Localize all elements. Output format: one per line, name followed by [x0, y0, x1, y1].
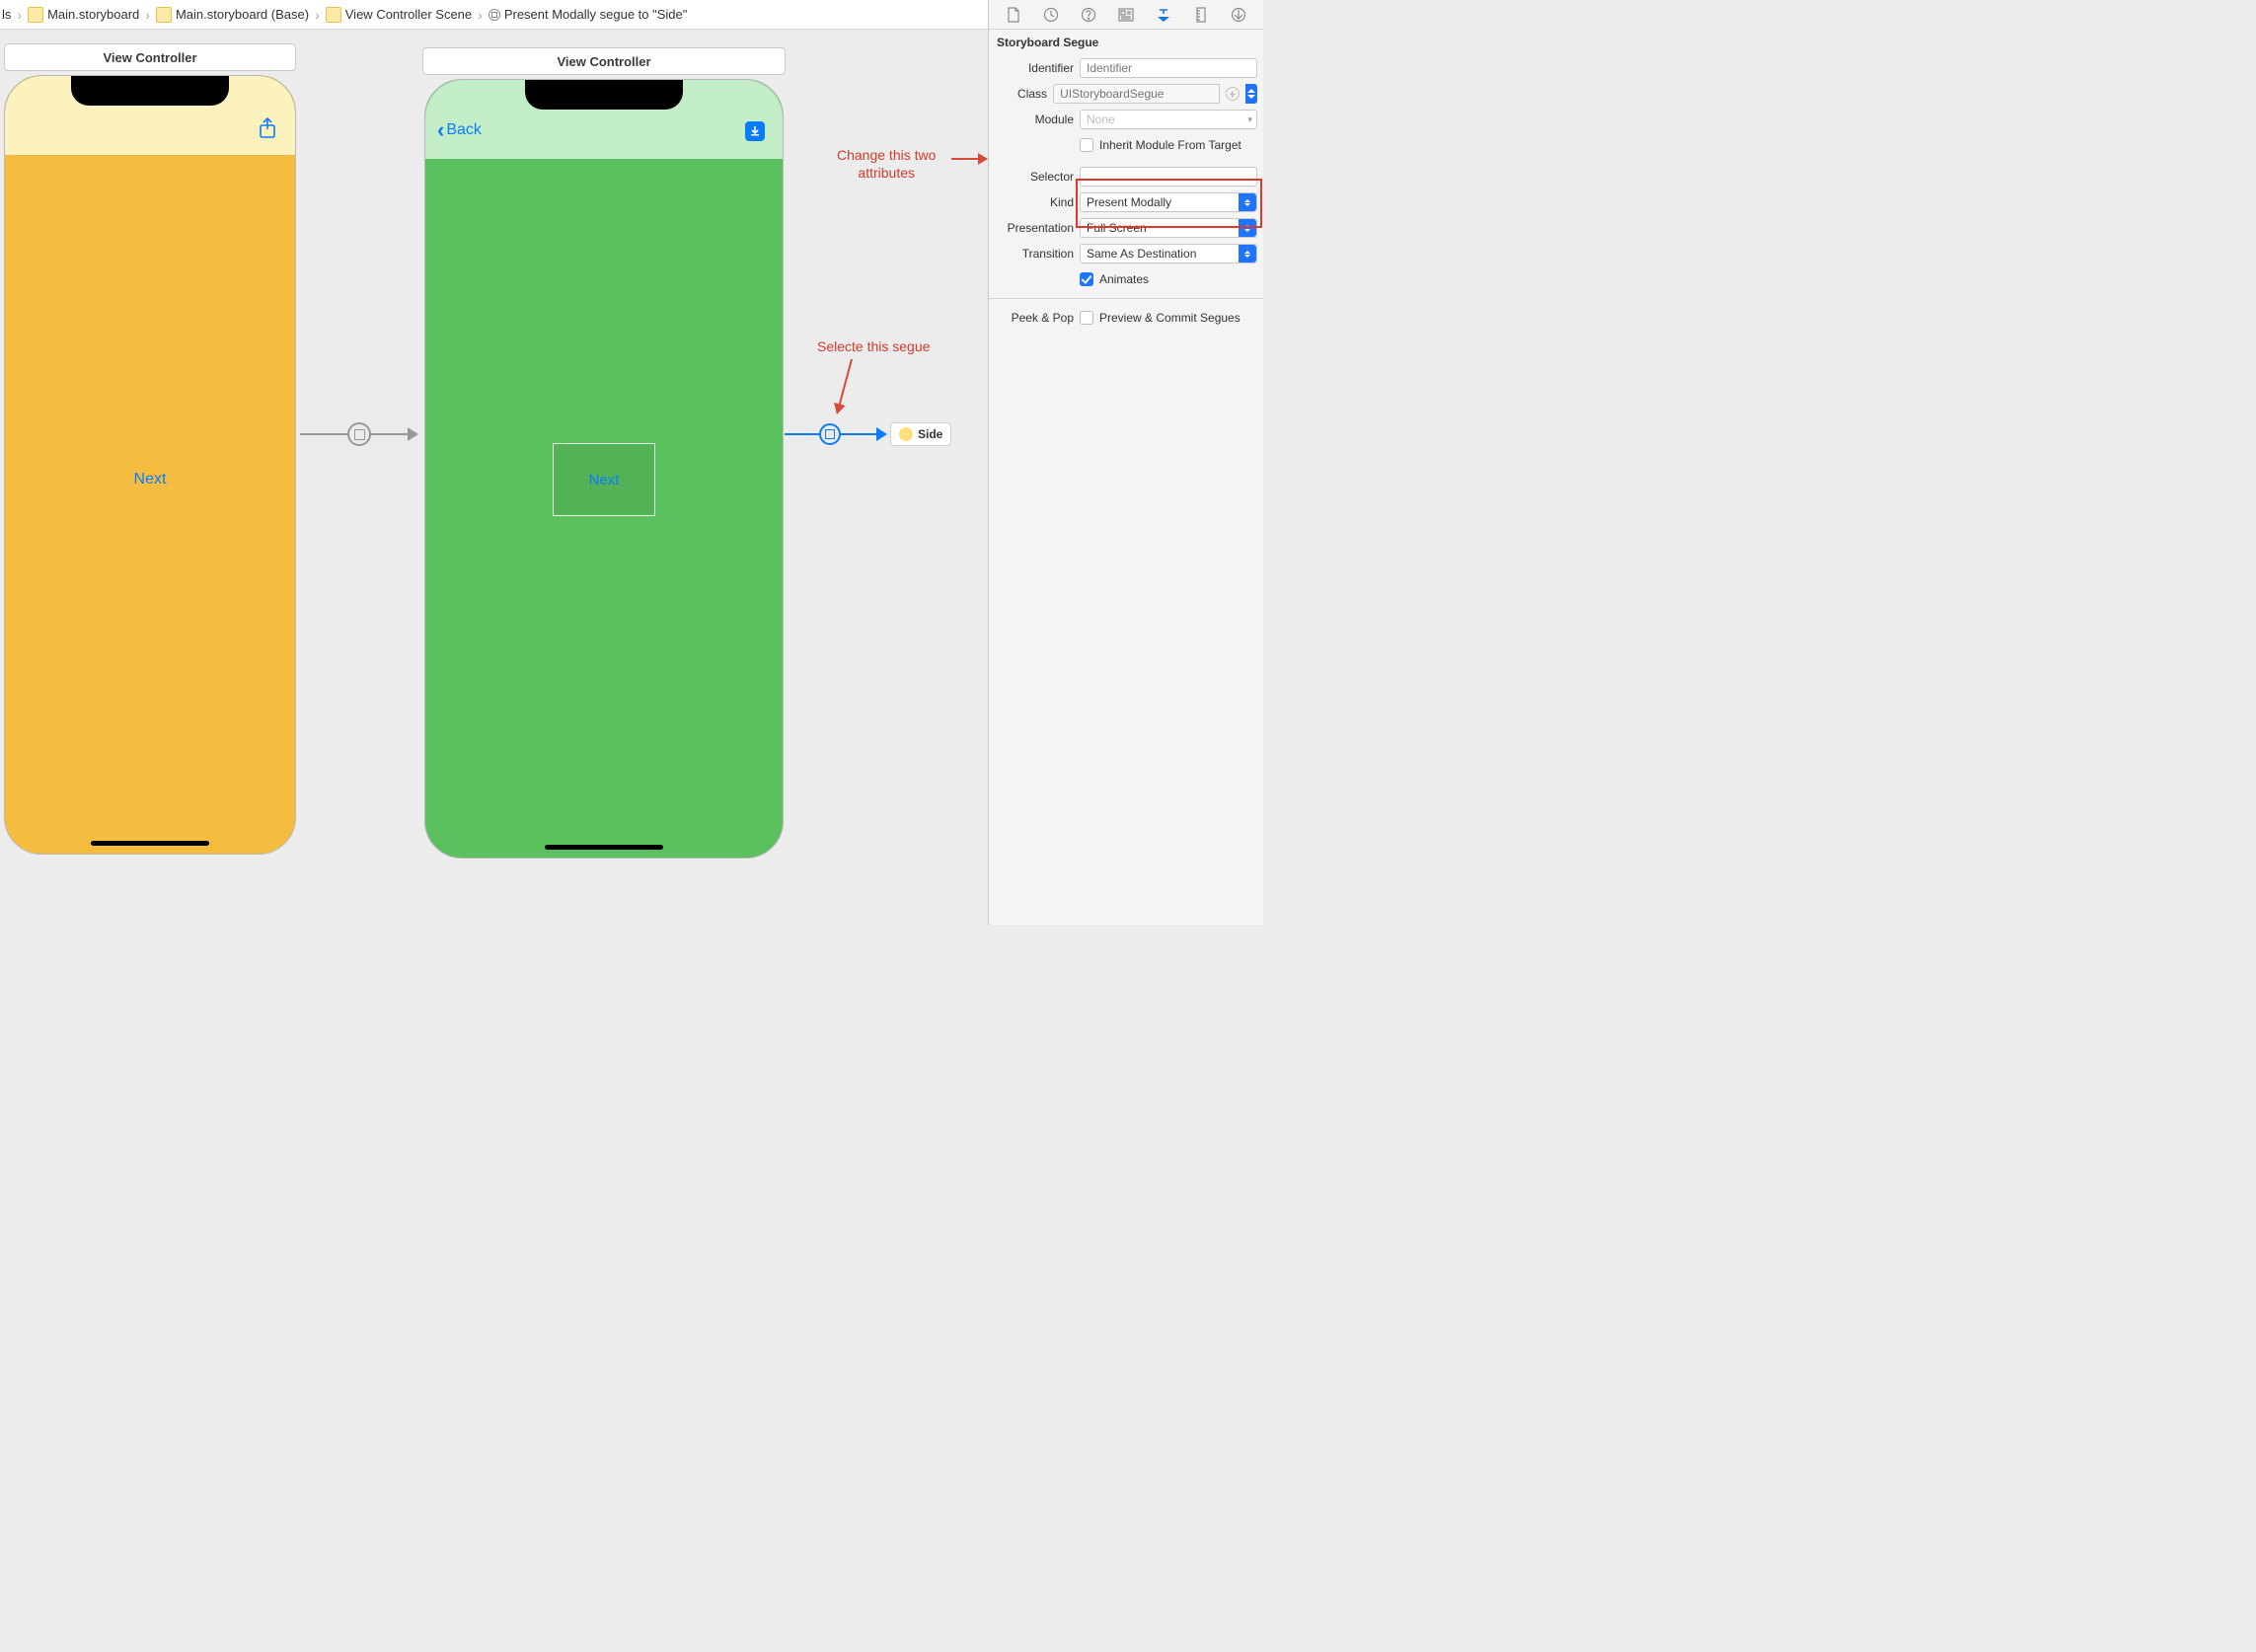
- home-indicator: [545, 845, 663, 850]
- kind-select-value: Present Modally: [1087, 195, 1171, 209]
- crumb-segue-label: Present Modally segue to "Side": [504, 7, 688, 22]
- inherit-module-label: Inherit Module From Target: [1099, 138, 1241, 152]
- crumb-scene-label: View Controller Scene: [345, 7, 472, 22]
- class-input[interactable]: [1053, 84, 1220, 104]
- attributes-inspector-tab[interactable]: [1153, 4, 1174, 26]
- phone-2-header: ‹ Back: [425, 80, 783, 159]
- presentation-select-value: Full Screen: [1087, 221, 1147, 235]
- scene-icon: [326, 7, 341, 23]
- segue-show-icon: [347, 422, 371, 446]
- segue-present-icon: [819, 423, 841, 445]
- next-button[interactable]: Next: [134, 471, 167, 488]
- home-indicator: [91, 841, 209, 846]
- module-label: Module: [995, 113, 1074, 126]
- identifier-label: Identifier: [995, 61, 1074, 75]
- selector-input[interactable]: [1080, 167, 1257, 187]
- preview-commit-label: Preview & Commit Segues: [1099, 311, 1241, 325]
- module-select[interactable]: None ▾: [1080, 110, 1257, 129]
- help-inspector-tab[interactable]: [1078, 4, 1099, 26]
- notch-icon: [71, 76, 229, 106]
- class-label: Class: [995, 87, 1047, 101]
- file-inspector-tab[interactable]: [1003, 4, 1024, 26]
- arrowhead-icon: [408, 427, 418, 441]
- back-button[interactable]: ‹ Back: [437, 121, 482, 139]
- inherit-module-checkbox[interactable]: Inherit Module From Target: [1080, 138, 1241, 152]
- notch-icon: [525, 80, 683, 110]
- download-icon[interactable]: [745, 121, 765, 141]
- container-next-label: Next: [589, 472, 620, 488]
- kind-select[interactable]: Present Modally: [1080, 192, 1257, 212]
- chevron-right-icon: ›: [315, 7, 320, 23]
- annotation-arrow-icon: [837, 359, 853, 413]
- storyboard-reference-side[interactable]: Side: [890, 422, 951, 446]
- connections-inspector-tab[interactable]: [1228, 4, 1249, 26]
- share-icon[interactable]: [258, 117, 277, 145]
- crumb-base-label: Main.storyboard (Base): [176, 7, 309, 22]
- chevron-right-icon: ›: [17, 7, 22, 23]
- chevron-left-icon: ‹: [437, 122, 444, 138]
- annotation-attributes: Change this two attributes: [837, 146, 936, 182]
- class-dropdown-caret[interactable]: [1245, 84, 1257, 104]
- storyboard-canvas[interactable]: View Controller Next View Controller: [0, 30, 988, 925]
- crumb-root-label: ls: [2, 7, 11, 22]
- select-caret-icon: [1239, 219, 1256, 237]
- phone-1-header: [5, 76, 295, 155]
- identifier-input[interactable]: [1080, 58, 1257, 78]
- segue-icon: [489, 9, 500, 21]
- inspector-tabs: [989, 0, 1263, 30]
- phone-2[interactable]: ‹ Back Next: [424, 79, 784, 859]
- chevron-right-icon: ›: [478, 7, 483, 23]
- scene-1[interactable]: View Controller Next: [4, 43, 296, 855]
- history-inspector-tab[interactable]: [1040, 4, 1062, 26]
- scene-2[interactable]: View Controller ‹ Back Next: [422, 47, 786, 859]
- presentation-select[interactable]: Full Screen: [1080, 218, 1257, 238]
- select-caret-icon: [1239, 193, 1256, 211]
- checkbox-icon: [1080, 311, 1093, 325]
- storyboard-file-icon: [156, 7, 172, 23]
- preview-commit-checkbox[interactable]: Preview & Commit Segues: [1080, 311, 1241, 325]
- segue-show[interactable]: [300, 424, 418, 444]
- crumb-scene[interactable]: View Controller Scene: [326, 7, 472, 23]
- crumb-storyboard[interactable]: Main.storyboard: [28, 7, 139, 23]
- select-caret-icon: [1239, 245, 1256, 263]
- scene-2-title[interactable]: View Controller: [422, 47, 786, 75]
- viewcontroller-icon: [899, 427, 913, 441]
- size-inspector-tab[interactable]: [1190, 4, 1212, 26]
- crumb-segue[interactable]: Present Modally segue to "Side": [489, 7, 688, 22]
- container-view[interactable]: Next: [553, 443, 655, 516]
- crumb-root[interactable]: ls: [2, 7, 11, 22]
- animates-label: Animates: [1099, 272, 1149, 286]
- arrowhead-icon: [876, 427, 887, 441]
- class-suggest-icon[interactable]: [1226, 87, 1240, 101]
- phone-1[interactable]: Next: [4, 75, 296, 855]
- crumb-storyboard-label: Main.storyboard: [47, 7, 139, 22]
- attributes-inspector: Storyboard Segue Identifier Class Module…: [988, 0, 1263, 925]
- transition-select[interactable]: Same As Destination: [1080, 244, 1257, 263]
- crumb-base[interactable]: Main.storyboard (Base): [156, 7, 309, 23]
- storyboard-reference-label: Side: [918, 427, 942, 441]
- scene-1-title[interactable]: View Controller: [4, 43, 296, 71]
- kind-label: Kind: [995, 195, 1074, 209]
- selector-label: Selector: [995, 170, 1074, 184]
- annotation-segue: Selecte this segue: [817, 338, 930, 355]
- separator: [989, 298, 1263, 299]
- chevron-right-icon: ›: [145, 7, 150, 23]
- back-button-label: Back: [446, 121, 482, 139]
- animates-checkbox[interactable]: Animates: [1080, 272, 1149, 286]
- checkbox-icon: [1080, 138, 1093, 152]
- presentation-label: Presentation: [995, 221, 1074, 235]
- peekpop-label: Peek & Pop: [995, 311, 1074, 325]
- chevron-down-icon: ▾: [1247, 114, 1252, 125]
- inspector-heading: Storyboard Segue: [989, 30, 1263, 55]
- checkbox-checked-icon: [1080, 272, 1093, 286]
- annotation-arrow-icon: [951, 158, 986, 160]
- identity-inspector-tab[interactable]: [1115, 4, 1137, 26]
- segue-present-modally[interactable]: [785, 424, 887, 444]
- module-select-value: None: [1087, 113, 1115, 126]
- storyboard-file-icon: [28, 7, 43, 23]
- transition-label: Transition: [995, 247, 1074, 261]
- transition-select-value: Same As Destination: [1087, 247, 1196, 261]
